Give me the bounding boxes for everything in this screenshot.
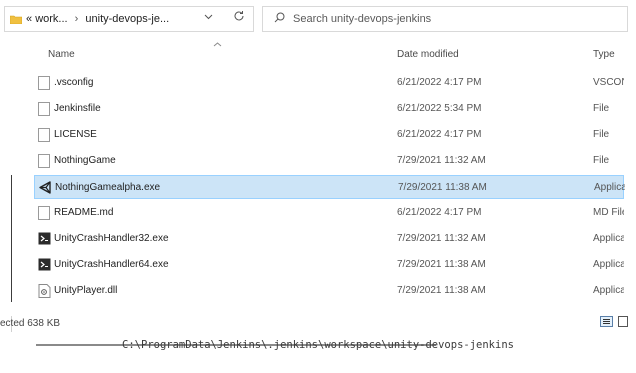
file-date-modified: 6/21/2022 4:17 PM [397,77,482,88]
file-name: README.md [54,207,114,218]
breadcrumb-item-current[interactable]: unity-devops-je... [85,13,169,25]
file-name: .vsconfig [54,77,94,88]
file-type: Applica [593,259,624,270]
column-header-type[interactable]: Type [593,49,615,60]
file-type: File [593,129,610,140]
file-type: Applica [593,285,624,296]
file-name: LICENSE [54,129,97,140]
breadcrumb-item-workspace[interactable]: work... [35,13,67,25]
sort-indicator-icon [213,39,222,49]
file-date-modified: 7/29/2021 11:38 AM [398,182,487,193]
file-row-selected[interactable]: NothingGamealpha.exe 7/29/2021 11:38 AM … [34,175,625,199]
breadcrumb: « work... › unity-devops-je... [26,13,169,25]
file-list: Name Date modified Type .vsconfig 6/21/2… [0,36,636,346]
refresh-icon[interactable] [233,10,245,25]
dll-icon [38,284,51,298]
file-row[interactable]: UnityCrashHandler32.exe 7/29/2021 11:32 … [34,227,624,251]
file-icon [38,76,50,90]
column-header-name[interactable]: Name [48,49,75,60]
file-name: NothingGamealpha.exe [55,182,161,193]
file-type: Applica [593,233,624,244]
file-row[interactable]: NothingGame 7/29/2021 11:32 AM File [34,149,624,173]
file-date-modified: 6/21/2022 5:34 PM [397,103,482,114]
search-placeholder: Search unity-devops-jenkins [293,13,432,25]
file-icon [38,154,50,168]
file-date-modified: 7/29/2021 11:38 AM [397,259,486,270]
file-date-modified: 6/21/2022 4:17 PM [397,207,482,218]
large-icons-view-icon[interactable] [618,316,628,327]
file-row[interactable]: UnityPlayer.dll 7/29/2021 11:38 AM Appli… [34,279,624,303]
navigation-pane-edge [11,175,12,302]
breadcrumb-overflow[interactable]: « [26,13,32,25]
column-header-date-modified[interactable]: Date modified [397,49,459,60]
file-type: MD File [593,207,624,218]
breadcrumb-separator: › [74,13,79,25]
file-type: File [593,103,610,114]
file-date-modified: 6/21/2022 4:17 PM [397,129,482,140]
file-row[interactable]: README.md 6/21/2022 4:17 PM MD File [34,201,624,225]
file-name: NothingGame [54,155,116,166]
file-name: UnityCrashHandler64.exe [54,259,169,270]
column-header-row: Name Date modified Type [0,36,636,70]
file-row[interactable]: Jenkinsfile 6/21/2022 5:34 PM File [34,97,624,121]
folder-icon [9,15,23,24]
file-icon [38,128,50,142]
file-row[interactable]: UnityCrashHandler64.exe 7/29/2021 11:38 … [34,253,624,277]
path-caption: C:\ProgramData\Jenkins\.jenkins\workspac… [122,339,514,351]
file-icon [38,206,50,220]
file-name: Jenkinsfile [54,103,101,114]
file-date-modified: 7/29/2021 11:32 AM [397,155,486,166]
file-type: Applica [594,182,625,193]
details-view-icon[interactable] [600,316,613,327]
exe-icon [38,258,51,272]
search-box[interactable]: Search unity-devops-jenkins [262,6,628,32]
file-row[interactable]: LICENSE 6/21/2022 4:17 PM File [34,123,624,147]
search-icon [274,12,285,26]
exe-icon [38,232,51,246]
status-bar-text: ected 638 KB [0,318,61,329]
file-name: UnityCrashHandler32.exe [54,233,169,244]
file-type: File [593,155,610,166]
file-icon [38,102,50,116]
file-type: VSCON [593,77,624,88]
chevron-down-icon[interactable] [204,12,213,22]
file-name: UnityPlayer.dll [54,285,118,296]
file-row[interactable]: .vsconfig 6/21/2022 4:17 PM VSCON [34,71,624,95]
file-date-modified: 7/29/2021 11:38 AM [397,285,486,296]
unity-app-icon [39,181,51,195]
address-bar[interactable]: « work... › unity-devops-je... [4,6,254,32]
file-date-modified: 7/29/2021 11:32 AM [397,233,486,244]
